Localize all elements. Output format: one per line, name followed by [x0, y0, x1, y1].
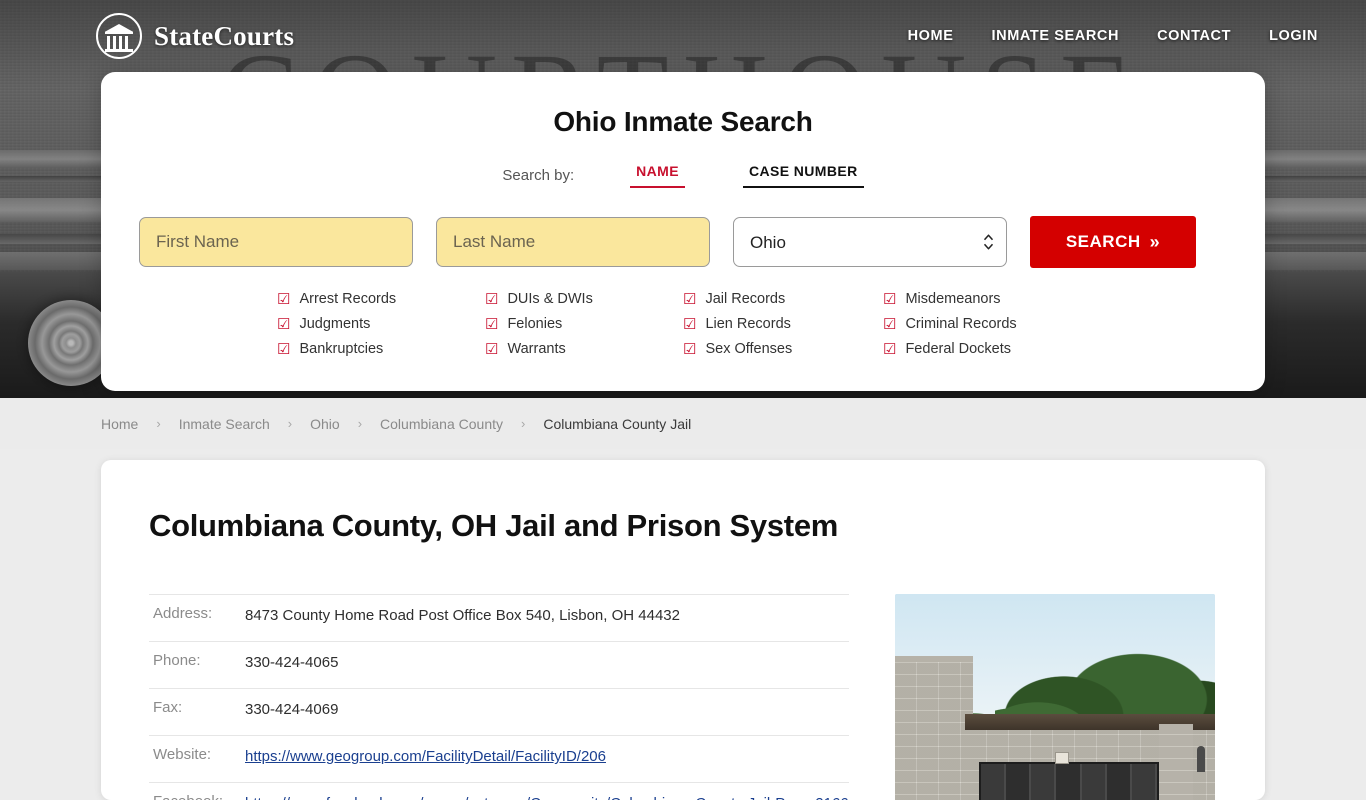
facility-content-row: Address: 8473 County Home Road Post Offi…: [149, 594, 1217, 800]
checkbox-checked-icon: ☑: [683, 315, 697, 333]
row-value: https://www.facebook.com/pages/category/…: [245, 783, 849, 800]
search-button-label: SEARCH: [1065, 232, 1141, 251]
brand-logo-link[interactable]: StateCourts: [96, 13, 294, 59]
chevron-right-icon: ›: [357, 416, 363, 431]
checklist-item-label: Lien Records: [705, 316, 791, 332]
row-label: Website:: [153, 746, 212, 764]
chevron-right-icon: ›: [287, 416, 293, 431]
checkbox-checked-icon: ☑: [883, 290, 897, 308]
table-row: Address: 8473 County Home Road Post Offi…: [149, 594, 849, 642]
courthouse-circle-icon: [96, 13, 142, 59]
row-value: https://www.geogroup.com/FacilityDetail/…: [245, 736, 849, 783]
state-select-wrapper: Ohio: [733, 217, 1007, 267]
checkbox-checked-icon: ☑: [883, 340, 897, 358]
tab-case-number[interactable]: CASE NUMBER: [742, 162, 864, 188]
search-by-row: Search by: NAME CASE NUMBER: [139, 162, 1227, 188]
checklist-item-label: Jail Records: [705, 291, 786, 307]
breadcrumb: Home › Inmate Search › Ohio › Columbiana…: [0, 398, 1366, 449]
checklist-item-label: Sex Offenses: [705, 341, 793, 357]
checklist-item-label: Felonies: [507, 316, 563, 332]
jail-building-photo: [895, 594, 1215, 800]
row-label: Fax:: [153, 699, 183, 717]
table-row: Facebook: https://www.facebook.com/pages…: [149, 783, 849, 800]
last-name-input[interactable]: [436, 217, 710, 267]
checklist-item[interactable]: ☑ Bankruptcies: [277, 341, 485, 357]
nav-item-login[interactable]: LOGIN: [1269, 28, 1318, 44]
checklist-item-label: Federal Dockets: [905, 341, 1012, 357]
facility-info-table: Address: 8473 County Home Road Post Offi…: [149, 594, 849, 800]
checklist-item-label: DUIs & DWIs: [507, 291, 593, 307]
checklist-item[interactable]: ☑ Judgments: [277, 316, 485, 332]
checkbox-checked-icon: ☑: [485, 340, 499, 358]
website-link[interactable]: https://www.geogroup.com/FacilityDetail/…: [245, 748, 606, 765]
hero-banner: COURTHOUSE StateCourts HOME INMATE SEARC…: [0, 0, 1366, 398]
row-label: Facebook:: [149, 783, 245, 800]
search-card-title: Ohio Inmate Search: [553, 106, 813, 137]
search-fields-row: Ohio SEARCH »: [139, 216, 1227, 268]
facebook-link[interactable]: https://www.facebook.com/pages/category/…: [245, 795, 849, 800]
checkbox-checked-icon: ☑: [485, 315, 499, 333]
search-by-label: Search by:: [502, 166, 575, 184]
checkbox-checked-icon: ☑: [277, 340, 291, 358]
checklist-item[interactable]: ☑ Lien Records: [683, 316, 883, 332]
breadcrumb-item-columbiana-county[interactable]: Columbiana County: [380, 416, 503, 432]
row-label: Address:: [153, 605, 213, 622]
main-navigation: HOME INMATE SEARCH CONTACT LOGIN: [908, 28, 1318, 44]
checkbox-checked-icon: ☑: [277, 315, 291, 333]
breadcrumb-item-inmate-search[interactable]: Inmate Search: [179, 416, 270, 432]
row-value: 330-424-4065: [245, 654, 339, 672]
tab-name[interactable]: NAME: [630, 162, 685, 188]
double-chevron-right-icon: »: [1149, 231, 1161, 252]
checklist-item[interactable]: ☑ Sex Offenses: [683, 341, 883, 357]
state-select[interactable]: Ohio: [733, 217, 1007, 267]
checklist-item-label: Criminal Records: [905, 316, 1017, 332]
checklist-item-label: Misdemeanors: [905, 291, 1001, 307]
search-button[interactable]: SEARCH »: [1030, 216, 1196, 268]
nav-item-home[interactable]: HOME: [908, 28, 954, 44]
chevron-right-icon: ›: [521, 416, 526, 431]
nav-item-contact[interactable]: CONTACT: [1157, 28, 1231, 44]
checklist-item[interactable]: ☑ DUIs & DWIs: [485, 291, 683, 307]
checkbox-checked-icon: ☑: [683, 290, 697, 308]
first-name-input[interactable]: [139, 217, 413, 267]
inmate-search-card: Ohio Inmate Search Search by: NAME CASE …: [101, 72, 1265, 391]
breadcrumb-item-current: Columbiana County Jail: [543, 415, 692, 432]
checkbox-checked-icon: ☑: [883, 315, 897, 333]
checklist-item-label: Bankruptcies: [299, 341, 384, 357]
brand-name: StateCourts: [154, 20, 295, 51]
checklist-item[interactable]: ☑ Felonies: [485, 316, 683, 332]
checklist-item[interactable]: ☑ Misdemeanors: [883, 291, 1093, 307]
facility-detail-card: Columbiana County, OH Jail and Prison Sy…: [101, 460, 1265, 800]
row-label: Phone:: [153, 652, 201, 670]
checklist-item[interactable]: ☑ Jail Records: [683, 291, 883, 307]
site-header: StateCourts HOME INMATE SEARCH CONTACT L…: [0, 0, 1366, 72]
checklist-item-label: Warrants: [507, 341, 566, 357]
checklist-item-label: Judgments: [299, 316, 371, 332]
checklist-item[interactable]: ☑ Arrest Records: [277, 291, 485, 307]
checkbox-checked-icon: ☑: [485, 290, 499, 308]
breadcrumb-item-ohio[interactable]: Ohio: [310, 416, 340, 432]
checkbox-checked-icon: ☑: [277, 290, 291, 308]
checklist-item[interactable]: ☑ Warrants: [485, 341, 683, 357]
page-title: Columbiana County, OH Jail and Prison Sy…: [149, 508, 839, 543]
chevron-right-icon: ›: [156, 416, 161, 431]
row-value: 330-424-4069: [245, 701, 339, 719]
table-row: Website: https://www.geogroup.com/Facili…: [149, 736, 849, 783]
table-row: Fax: 330-424-4069: [149, 689, 849, 736]
checklist-item-label: Arrest Records: [299, 291, 397, 307]
breadcrumb-item-home[interactable]: Home: [101, 416, 138, 432]
table-row: Phone: 330-424-4065: [149, 642, 849, 689]
row-value: 8473 County Home Road Post Office Box 54…: [245, 607, 680, 624]
checkbox-checked-icon: ☑: [683, 340, 697, 358]
checklist-item[interactable]: ☑ Federal Dockets: [883, 341, 1093, 357]
nav-item-inmate-search[interactable]: INMATE SEARCH: [992, 28, 1120, 44]
checklist-item[interactable]: ☑ Criminal Records: [883, 316, 1093, 332]
record-types-checklist: ☑ Arrest Records ☑ DUIs & DWIs ☑ Jail Recor…: [277, 291, 1227, 357]
